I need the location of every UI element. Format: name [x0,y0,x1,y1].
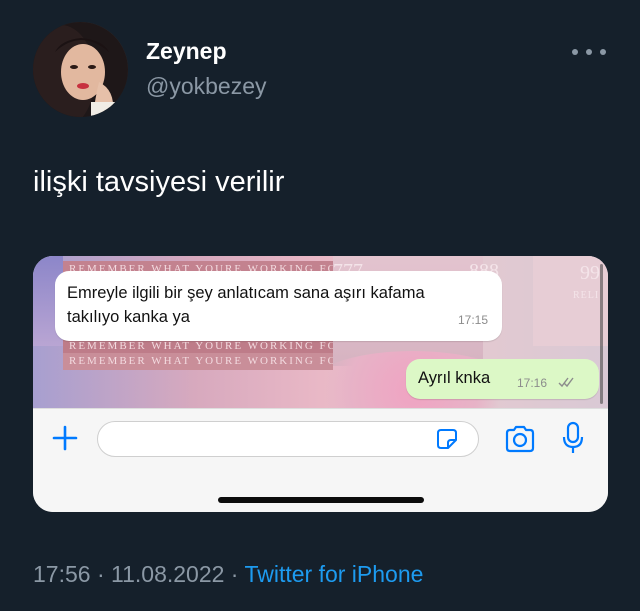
author-handle[interactable]: @yokbezey [146,73,267,100]
tweet-media-screenshot[interactable]: REMEMBER WHAT YOURE WORKING FOR. REMEMBE… [33,256,608,512]
home-indicator [218,497,424,503]
more-dot [586,49,592,55]
more-dot [572,49,578,55]
tweet-source-link[interactable]: Twitter for iPhone [244,561,423,587]
separator: · [224,561,245,587]
chat-wallpaper: REMEMBER WHAT YOURE WORKING FOR. REMEMBE… [33,256,608,408]
wallpaper-word: RELI [573,290,600,301]
message-time: 17:16 [517,376,548,390]
sticker-icon[interactable] [433,425,461,453]
wallpaper-strip: REMEMBER WHAT YOURE WORKING FOR. [63,353,333,370]
author-display-name[interactable]: Zeynep [146,38,227,65]
tweet-date[interactable]: 11.08.2022 [111,561,224,587]
chat-scrollbar[interactable] [600,264,603,404]
more-horizontal-icon[interactable] [572,42,606,62]
tweet-text: ilişki tavsiyesi verilir [33,166,285,198]
camera-icon[interactable] [503,423,537,455]
message-input[interactable] [97,421,479,457]
message-text: Emreyle ilgili bir şey anlatıcam sana aş… [67,284,425,326]
message-composer [33,408,608,512]
tweet-metadata: 17:56 · 11.08.2022 · Twitter for iPhone [33,561,423,588]
outgoing-message-bubble[interactable]: Ayrıl knka 17:16 [406,359,599,399]
separator: · [90,561,112,587]
plus-icon[interactable] [50,423,80,453]
tweet-time[interactable]: 17:56 [33,561,91,587]
tweet: Zeynep @yokbezey ilişki tavsiyesi verili… [0,0,640,611]
avatar[interactable] [33,22,128,117]
wallpaper-number: 99 [580,262,600,284]
message-text: Ayrıl knka [418,369,491,387]
more-dot [600,49,606,55]
message-time: 17:15 [457,313,488,327]
microphone-icon[interactable] [560,420,586,456]
incoming-message-bubble[interactable]: Emreyle ilgili bir şey anlatıcam sana aş… [55,271,502,341]
double-check-icon [558,377,574,388]
profile-photo-icon [33,22,128,117]
